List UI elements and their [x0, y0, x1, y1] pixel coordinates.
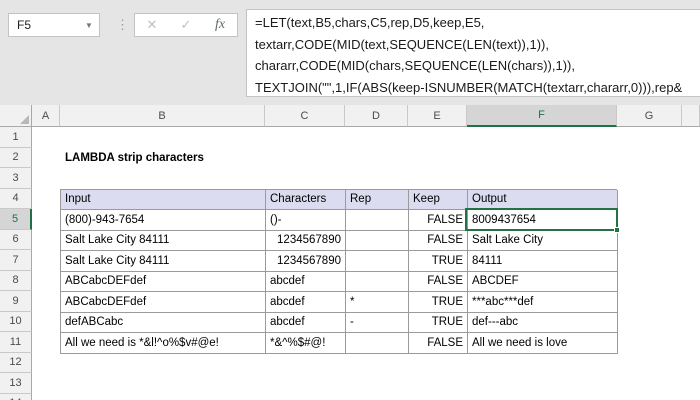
name-box-cell-ref[interactable]: F5	[9, 18, 79, 32]
table-row: Salt Lake City 84111 1234567890 TRUE 841…	[61, 251, 618, 272]
cell-c5[interactable]: ()-	[266, 210, 346, 231]
cell-e10[interactable]: TRUE	[409, 312, 468, 333]
table-row: defABCabc abcdef - TRUE def---abc	[61, 312, 618, 333]
header-cell-input[interactable]: Input	[61, 189, 266, 210]
row-header-12[interactable]: 12	[0, 352, 32, 373]
select-all-button[interactable]	[0, 105, 32, 127]
cell-d10[interactable]: -	[346, 312, 409, 333]
cell-f11[interactable]: All we need is love	[468, 333, 618, 354]
cell-e9[interactable]: TRUE	[409, 292, 468, 313]
header-cell-output[interactable]: Output	[468, 189, 618, 210]
cell-b8[interactable]: ABCabcDEFdef	[61, 271, 266, 292]
enter-icon[interactable]: ✓	[171, 17, 201, 33]
cell-c8[interactable]: abcdef	[266, 271, 346, 292]
cell-d5[interactable]	[346, 210, 409, 231]
row-header-8[interactable]: 8	[0, 270, 32, 291]
row-header-13[interactable]: 13	[0, 373, 32, 394]
worksheet-grid: A B C D E F G 1 2 3 4 5 6 7 8 9 10 11 12…	[0, 105, 700, 400]
table-header-row: Input Characters Rep Keep Output	[61, 189, 618, 210]
select-all-triangle-icon	[20, 115, 29, 124]
column-header-c[interactable]: C	[265, 105, 345, 127]
insert-function-icon[interactable]: fx	[205, 17, 235, 33]
cell-b9[interactable]: ABCabcDEFdef	[61, 292, 266, 313]
cell-d7[interactable]	[346, 251, 409, 272]
cell-f5-selected[interactable]: 8009437654	[468, 210, 618, 231]
row-header-5[interactable]: 5	[0, 209, 32, 230]
row-header-7[interactable]: 7	[0, 250, 32, 271]
formula-bar-separator-icon: ⋮	[116, 17, 129, 32]
column-header-d[interactable]: D	[345, 105, 408, 127]
cell-d8[interactable]	[346, 271, 409, 292]
cell-e7[interactable]: TRUE	[409, 251, 468, 272]
cell-f7[interactable]: 84111	[468, 251, 618, 272]
cell-b10[interactable]: defABCabc	[61, 312, 266, 333]
cell-c9[interactable]: abcdef	[266, 292, 346, 313]
cancel-icon[interactable]: ✕	[137, 17, 167, 33]
formula-bar-buttons: ✕ ✓ fx	[134, 13, 238, 37]
cell-d11[interactable]	[346, 333, 409, 354]
header-cell-rep[interactable]: Rep	[346, 189, 409, 210]
name-box-dropdown-icon[interactable]: ▼	[79, 21, 99, 30]
formula-bar-area: F5 ▼ ⋮ ✕ ✓ fx =LET(text,B5,chars,C5,rep,…	[0, 0, 700, 105]
row-header-14[interactable]: 14	[0, 393, 32, 400]
column-header-f[interactable]: F	[467, 105, 617, 127]
cell-b7[interactable]: Salt Lake City 84111	[61, 251, 266, 272]
excel-window: F5 ▼ ⋮ ✕ ✓ fx =LET(text,B5,chars,C5,rep,…	[0, 0, 700, 400]
table-row: ABCabcDEFdef abcdef * TRUE ***abc***def	[61, 292, 618, 313]
fill-handle[interactable]	[614, 227, 620, 233]
row-header-9[interactable]: 9	[0, 291, 32, 312]
cell-e6[interactable]: FALSE	[409, 230, 468, 251]
cell-f9[interactable]: ***abc***def	[468, 292, 618, 313]
sheet-title: LAMBDA strip characters	[65, 151, 204, 164]
data-table: Input Characters Rep Keep Output (800)-9…	[60, 188, 618, 354]
name-box[interactable]: F5 ▼	[8, 13, 100, 37]
cell-c7[interactable]: 1234567890	[266, 251, 346, 272]
row-header-6[interactable]: 6	[0, 229, 32, 250]
table-row: ABCabcDEFdef abcdef FALSE ABCDEF	[61, 271, 618, 292]
cell-b6[interactable]: Salt Lake City 84111	[61, 230, 266, 251]
cell-c11[interactable]: *&^%$#@!	[266, 333, 346, 354]
row-header-10[interactable]: 10	[0, 311, 32, 332]
row-header-11[interactable]: 11	[0, 332, 32, 353]
row-header-4[interactable]: 4	[0, 188, 32, 209]
cell-b5[interactable]: (800)-943-7654	[61, 210, 266, 231]
cell-f8[interactable]: ABCDEF	[468, 271, 618, 292]
cell-e11[interactable]: FALSE	[409, 333, 468, 354]
formula-line: chararr,CODE(MID(chars,SEQUENCE(LEN(char…	[255, 58, 575, 73]
cell-e5[interactable]: FALSE	[409, 210, 468, 231]
cell-f6[interactable]: Salt Lake City	[468, 230, 618, 251]
column-header-a[interactable]: A	[32, 105, 60, 127]
formula-input[interactable]: =LET(text,B5,chars,C5,rep,D5,keep,E5, te…	[246, 9, 700, 97]
column-header-g[interactable]: G	[617, 105, 682, 127]
table-row: (800)-943-7654 ()- FALSE 8009437654	[61, 210, 618, 231]
column-header-e[interactable]: E	[408, 105, 467, 127]
cell-d9[interactable]: *	[346, 292, 409, 313]
cell-f10[interactable]: def---abc	[468, 312, 618, 333]
column-header-partial[interactable]	[682, 105, 700, 127]
header-cell-characters[interactable]: Characters	[266, 189, 346, 210]
cell-b11[interactable]: All we need is *&l!^o%$v#@e!	[61, 333, 266, 354]
formula-line: TEXTJOIN("",1,IF(ABS(keep-ISNUMBER(MATCH…	[255, 79, 683, 95]
table-row: Salt Lake City 84111 1234567890 FALSE Sa…	[61, 230, 618, 251]
table-row: All we need is *&l!^o%$v#@e! *&^%$#@! FA…	[61, 333, 618, 354]
formula-line: textarr,CODE(MID(text,SEQUENCE(LEN(text)…	[255, 36, 549, 52]
cell-c10[interactable]: abcdef	[266, 312, 346, 333]
row-header-1[interactable]: 1	[0, 127, 32, 148]
cell-d6[interactable]	[346, 230, 409, 251]
row-header-3[interactable]: 3	[0, 168, 32, 189]
cell-e8[interactable]: FALSE	[409, 271, 468, 292]
column-header-b[interactable]: B	[60, 105, 265, 127]
row-header-2[interactable]: 2	[0, 147, 32, 168]
cell-c6[interactable]: 1234567890	[266, 230, 346, 251]
formula-line: =LET(text,B5,chars,C5,rep,D5,keep,E5,	[255, 15, 485, 30]
header-cell-keep[interactable]: Keep	[409, 189, 468, 210]
